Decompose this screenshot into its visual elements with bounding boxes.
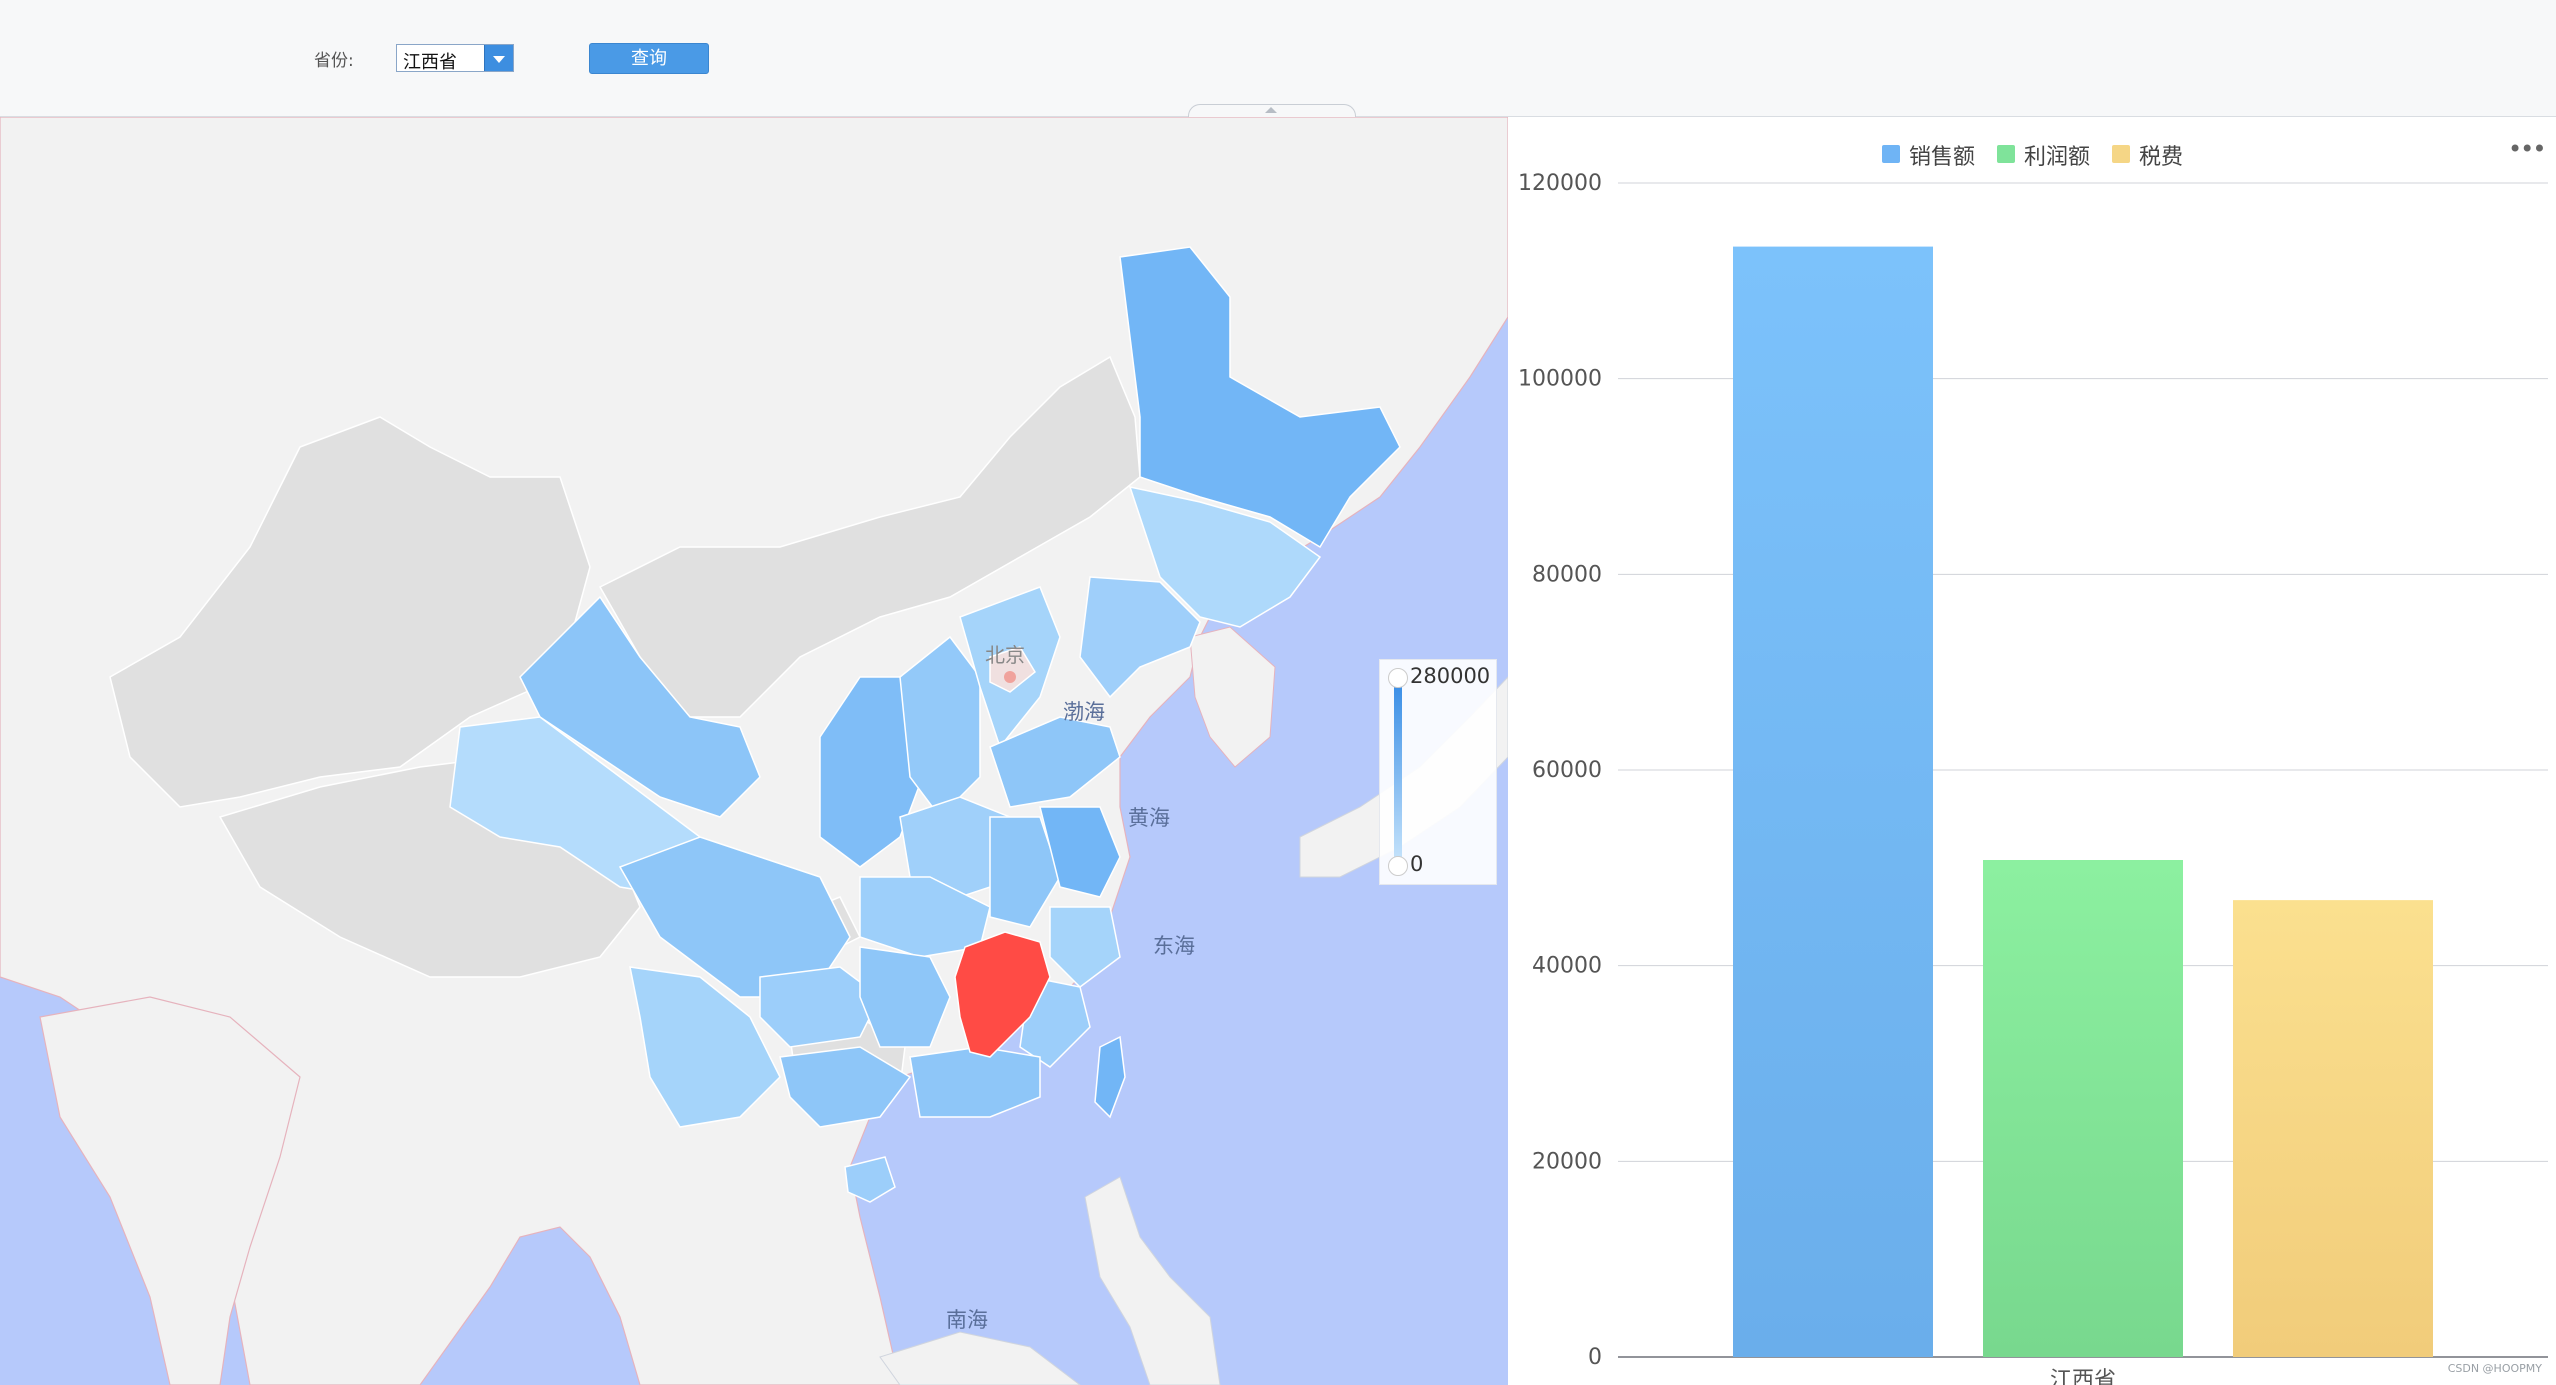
y-tick-label: 60000 (1532, 758, 1602, 783)
visual-map-legend[interactable]: 280000 0 (1379, 659, 1497, 885)
visual-map-min-handle[interactable] (1388, 856, 1408, 876)
legend-swatch-sales (1882, 145, 1900, 163)
y-tick-label: 40000 (1532, 954, 1602, 979)
bar-chart: 0 20000 40000 60000 80000 100000 120000 江西省 销售额… (1508, 117, 2556, 1385)
legend-swatch-tax (2112, 145, 2130, 163)
sea-label-south-sea: 南海 (946, 1308, 988, 1332)
visual-map-max-handle[interactable] (1388, 668, 1408, 688)
bar-tax[interactable] (2233, 900, 2433, 1357)
y-tick-label: 0 (1588, 1345, 1602, 1370)
y-tick-label: 20000 (1532, 1149, 1602, 1174)
y-tick-label: 80000 (1532, 562, 1602, 587)
capital-label: 北京 (985, 643, 1025, 667)
legend-swatch-profit (1997, 145, 2015, 163)
legend-label-profit: 利润额 (2024, 145, 2091, 170)
more-options-icon[interactable]: ••• (2508, 135, 2546, 163)
dropdown-arrow-icon[interactable] (484, 45, 513, 71)
sea-label-east-sea: 东海 (1153, 934, 1195, 958)
visual-map-min-label: 0 (1410, 852, 1424, 876)
bar-profit[interactable] (1983, 860, 2183, 1357)
legend-label-sales: 销售额 (1909, 145, 1976, 170)
visual-map-gradient (1394, 684, 1402, 864)
china-map[interactable]: 北京 渤海 黄海 东海 南海 280000 0 (0, 117, 1508, 1385)
sea-label-yellow-sea: 黄海 (1128, 806, 1170, 830)
x-category-label: 江西省 (2050, 1368, 2116, 1385)
province-select[interactable]: 江西省 (396, 44, 514, 73)
bar-sales[interactable] (1733, 246, 1933, 1357)
legend-label-tax: 税费 (2139, 145, 2184, 170)
y-tick-label: 100000 (1518, 367, 1602, 392)
y-tick-label: 120000 (1518, 171, 1602, 196)
province-select-value: 江西省 (403, 52, 457, 73)
query-button[interactable]: 查询 (589, 43, 709, 74)
visual-map-max-label: 280000 (1410, 664, 1491, 688)
sea-label-bohai: 渤海 (1063, 700, 1105, 724)
capital-marker-icon (1004, 671, 1016, 683)
bar-chart-svg: 0 20000 40000 60000 80000 100000 120000 江西省 (1518, 171, 2548, 1385)
query-toolbar: 省份: 江西省 查询 (0, 0, 2556, 119)
province-label: 省份: (314, 51, 354, 71)
watermark: CSDN @HOOPMY (2447, 1362, 2542, 1375)
